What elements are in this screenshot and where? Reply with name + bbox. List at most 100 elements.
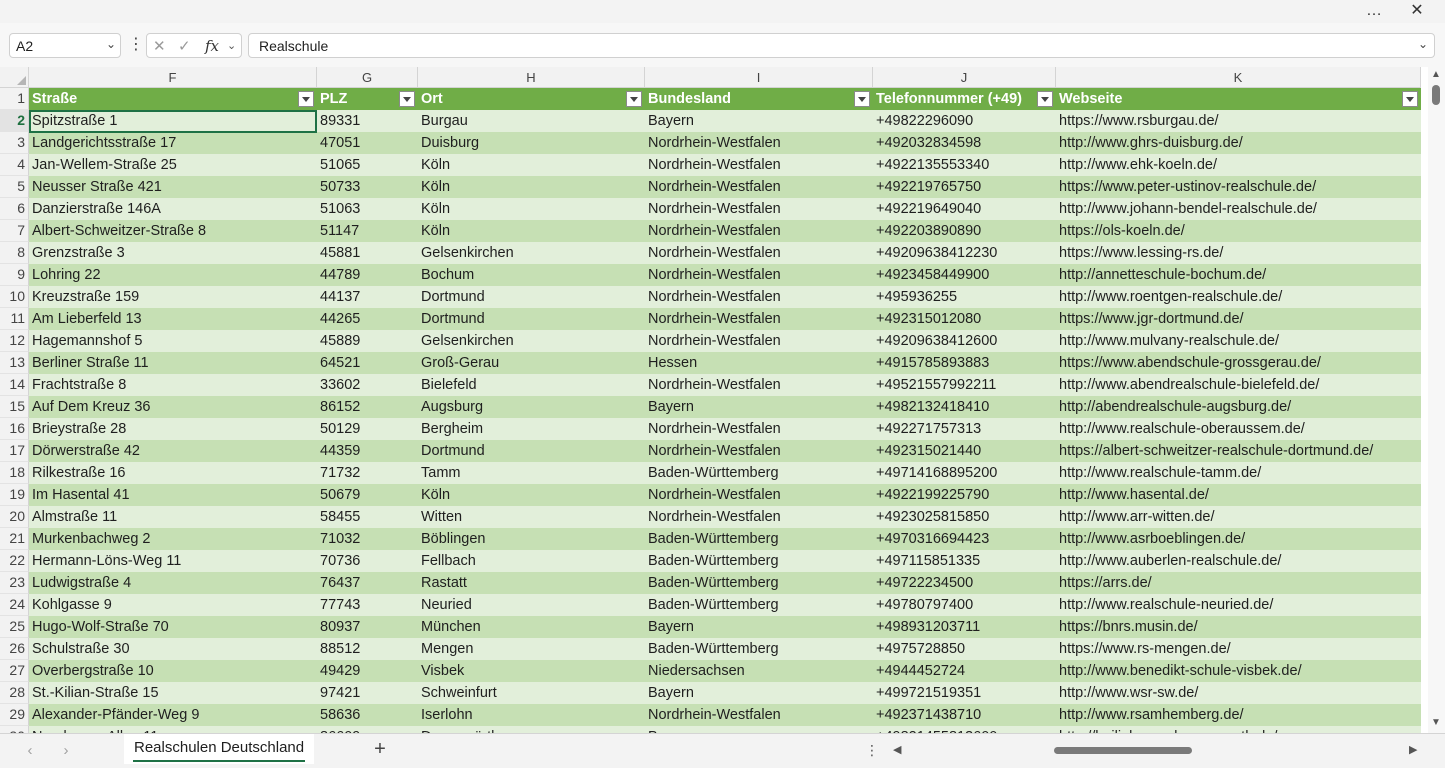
cell-webseite[interactable]: https://www.rsburgau.de/ xyxy=(1056,110,1421,132)
cell-bundesland[interactable]: Baden-Württemberg xyxy=(645,462,873,484)
row-header-19[interactable]: 19 xyxy=(0,484,29,506)
row-header-25[interactable]: 25 xyxy=(0,616,29,638)
cell-ort[interactable]: Dortmund xyxy=(418,286,645,308)
row-header-4[interactable]: 4 xyxy=(0,154,29,176)
cell-bundesland[interactable]: Bayern xyxy=(645,616,873,638)
cell-bundesland[interactable]: Baden-Württemberg xyxy=(645,594,873,616)
row-header-20[interactable]: 20 xyxy=(0,506,29,528)
cell-strasse[interactable]: Spitzstraße 1 xyxy=(29,110,317,132)
cell-ort[interactable]: Mengen xyxy=(418,638,645,660)
cell-ort[interactable]: München xyxy=(418,616,645,638)
cell-telefon[interactable]: +4922199225790 xyxy=(873,484,1056,506)
cell-webseite[interactable]: http://www.arr-witten.de/ xyxy=(1056,506,1421,528)
cell-bundesland[interactable]: Bayern xyxy=(645,396,873,418)
cell-telefon[interactable]: +4970316694423 xyxy=(873,528,1056,550)
row-header-12[interactable]: 12 xyxy=(0,330,29,352)
cell-webseite[interactable]: http://www.hasental.de/ xyxy=(1056,484,1421,506)
cell-bundesland[interactable]: Nordrhein-Westfalen xyxy=(645,220,873,242)
cell-telefon[interactable]: +498931203711 xyxy=(873,616,1056,638)
chevron-down-icon[interactable]: ⌄ xyxy=(106,37,116,51)
cell-ort[interactable]: Böblingen xyxy=(418,528,645,550)
filter-dropdown-icon[interactable] xyxy=(399,91,415,107)
cell-bundesland[interactable]: Nordrhein-Westfalen xyxy=(645,418,873,440)
cell-ort[interactable]: Groß-Gerau xyxy=(418,352,645,374)
cell-telefon[interactable]: +492203890890 xyxy=(873,220,1056,242)
cell-plz[interactable]: 58636 xyxy=(317,704,418,726)
cell-plz[interactable]: 47051 xyxy=(317,132,418,154)
cell-ort[interactable]: Fellbach xyxy=(418,550,645,572)
cell-plz[interactable]: 45889 xyxy=(317,330,418,352)
row-header-21[interactable]: 21 xyxy=(0,528,29,550)
cell-telefon[interactable]: +4982132418410 xyxy=(873,396,1056,418)
header-cell-strasse[interactable]: Straße xyxy=(29,88,297,110)
cell-telefon[interactable]: +492032834598 xyxy=(873,132,1056,154)
cell-plz[interactable]: 64521 xyxy=(317,352,418,374)
next-sheet-icon[interactable]: › xyxy=(58,741,74,761)
cell-plz[interactable]: 58455 xyxy=(317,506,418,528)
cell-bundesland[interactable]: Nordrhein-Westfalen xyxy=(645,440,873,462)
cell-plz[interactable]: 45881 xyxy=(317,242,418,264)
cell-bundesland[interactable]: Nordrhein-Westfalen xyxy=(645,704,873,726)
cell-ort[interactable]: Köln xyxy=(418,220,645,242)
cell-ort[interactable]: Bielefeld xyxy=(418,374,645,396)
cell-ort[interactable]: Gelsenkirchen xyxy=(418,242,645,264)
scroll-right-icon[interactable]: ▶ xyxy=(1409,743,1417,756)
row-header-10[interactable]: 10 xyxy=(0,286,29,308)
row-header-9[interactable]: 9 xyxy=(0,264,29,286)
cell-bundesland[interactable]: Nordrhein-Westfalen xyxy=(645,264,873,286)
cell-plz[interactable]: 77743 xyxy=(317,594,418,616)
cell-telefon[interactable]: +49780797400 xyxy=(873,594,1056,616)
cell-webseite[interactable]: http://www.wsr-sw.de/ xyxy=(1056,682,1421,704)
cell-strasse[interactable]: Neusser Straße 421 xyxy=(29,176,317,198)
cell-webseite[interactable]: https://www.lessing-rs.de/ xyxy=(1056,242,1421,264)
cell-ort[interactable]: Burgau xyxy=(418,110,645,132)
cell-telefon[interactable]: +49714168895200 xyxy=(873,462,1056,484)
column-header-h[interactable]: H xyxy=(418,67,645,88)
cell-strasse[interactable]: Berliner Straße 11 xyxy=(29,352,317,374)
cell-ort[interactable]: Gelsenkirchen xyxy=(418,330,645,352)
row-header-27[interactable]: 27 xyxy=(0,660,29,682)
column-header-f[interactable]: F xyxy=(29,67,317,88)
cell-strasse[interactable]: Hagemannshof 5 xyxy=(29,330,317,352)
cell-plz[interactable]: 70736 xyxy=(317,550,418,572)
cell-bundesland[interactable]: Bayern xyxy=(645,110,873,132)
cell-strasse[interactable]: Auf Dem Kreuz 36 xyxy=(29,396,317,418)
row-header-2[interactable]: 2 xyxy=(0,110,29,132)
column-header-g[interactable]: G xyxy=(317,67,418,88)
cell-bundesland[interactable]: Nordrhein-Westfalen xyxy=(645,286,873,308)
row-header-11[interactable]: 11 xyxy=(0,308,29,330)
worksheet-grid[interactable]: FGHIJK 1 2 3 4 5 6 7 8 9 10 11 12 13 14 15 16 17 18 19 20 21… xyxy=(0,67,1428,733)
row-header-16[interactable]: 16 xyxy=(0,418,29,440)
cell-bundesland[interactable]: Hessen xyxy=(645,352,873,374)
cell-strasse[interactable]: Landgerichtsstraße 17 xyxy=(29,132,317,154)
cell-plz[interactable]: 80937 xyxy=(317,616,418,638)
row-header-3[interactable]: 3 xyxy=(0,132,29,154)
vertical-scrollbar[interactable]: ▲ ▼ xyxy=(1428,67,1445,733)
cell-strasse[interactable]: Jan-Wellem-Straße 25 xyxy=(29,154,317,176)
cell-strasse[interactable]: St.-Kilian-Straße 15 xyxy=(29,682,317,704)
cell-plz[interactable]: 50733 xyxy=(317,176,418,198)
insert-function-icon[interactable]: fx xyxy=(205,37,219,55)
cell-bundesland[interactable]: Baden-Württemberg xyxy=(645,550,873,572)
row-header-24[interactable]: 24 xyxy=(0,594,29,616)
cell-strasse[interactable]: Murkenbachweg 2 xyxy=(29,528,317,550)
cell-plz[interactable]: 86152 xyxy=(317,396,418,418)
cell-plz[interactable]: 49429 xyxy=(317,660,418,682)
cell-plz[interactable]: 50679 xyxy=(317,484,418,506)
scroll-up-icon[interactable]: ▲ xyxy=(1431,69,1441,80)
cell-plz[interactable]: 88512 xyxy=(317,638,418,660)
row-header-8[interactable]: 8 xyxy=(0,242,29,264)
row-header-14[interactable]: 14 xyxy=(0,374,29,396)
row-header-15[interactable]: 15 xyxy=(0,396,29,418)
cell-bundesland[interactable]: Nordrhein-Westfalen xyxy=(645,330,873,352)
close-icon[interactable]: ✕ xyxy=(1400,0,1434,23)
cell-strasse[interactable]: Ludwigstraße 4 xyxy=(29,572,317,594)
cell-ort[interactable]: Witten xyxy=(418,506,645,528)
cell-webseite[interactable]: http://www.realschule-oberaussem.de/ xyxy=(1056,418,1421,440)
cell-plz[interactable]: 44789 xyxy=(317,264,418,286)
cell-strasse[interactable]: Albert-Schweitzer-Straße 8 xyxy=(29,220,317,242)
name-box[interactable]: A2 ⌄ xyxy=(9,33,121,58)
select-all-corner[interactable] xyxy=(0,67,29,88)
cell-webseite[interactable]: http://www.johann-bendel-realschule.de/ xyxy=(1056,198,1421,220)
cell-strasse[interactable]: Schulstraße 30 xyxy=(29,638,317,660)
